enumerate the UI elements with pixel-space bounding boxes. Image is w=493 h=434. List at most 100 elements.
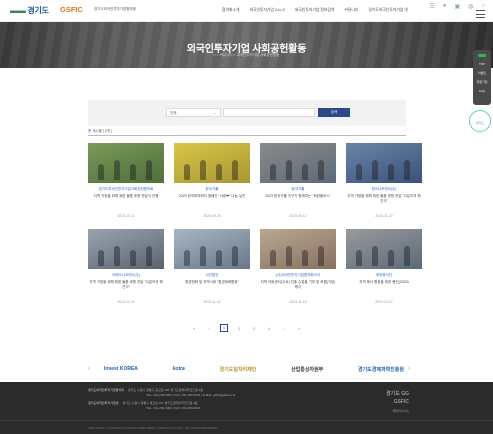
page-1[interactable]: 1 <box>220 324 228 332</box>
search-category-select[interactable]: 전체 ⌄ <box>166 108 221 117</box>
card-thumbnail[interactable] <box>88 143 164 183</box>
quick-faq[interactable]: FAQ <box>473 89 491 93</box>
gallery-card[interactable]: 한국가톨 2023 한국가톨 지구가 함께하는 "희망플러스" 2023.09.12 <box>260 143 336 218</box>
card-title[interactable]: 환경정화 및 지역사랑 "환경정화활동" <box>174 280 250 290</box>
page-4[interactable]: 4 <box>265 326 273 331</box>
user-icon[interactable]: ● <box>443 3 447 9</box>
gallery-card[interactable]: 이와타니코리아(주) 지역 가정을 위해 위한 물품 후원 전달 "다같이의 행진… <box>88 229 164 304</box>
top-badge-icon <box>478 54 486 57</box>
gallery-card[interactable]: (사)외국인투자기업협의회이사 지역 아동센터(주요) 진출 수업을 기부 및 후… <box>260 229 336 304</box>
footer-divider <box>0 420 493 421</box>
footer-tel-2: TEL. 031-259-6000 | FAX. 031-259-6040 <box>146 406 201 410</box>
photo-figure <box>200 246 206 266</box>
photo-figure <box>372 160 378 180</box>
nav-item-a-to-z[interactable]: 외국인투자기업 A to Z <box>249 8 284 13</box>
hamburger-menu-icon[interactable] <box>476 10 485 18</box>
photo-figure <box>130 164 136 180</box>
nav-item-about[interactable]: 협의회소개 <box>222 8 239 13</box>
partner-gg-jobs[interactable]: 경기도일자리재단 <box>220 366 257 373</box>
card-title[interactable]: 2023 한국마약퇴치 캠페인 "사랑❤" 나눔 실천 <box>174 194 250 204</box>
sitemap-icon[interactable]: ☰ <box>429 3 434 10</box>
card-title[interactable]: 지역 아동센터(주요) 진출 수업을 기부 및 후원(기념) 행사 <box>260 280 336 290</box>
partner-invest-korea[interactable]: Invest KOREA <box>104 366 138 372</box>
photo-figure <box>184 250 190 266</box>
card-date: 2023.11.19 <box>375 214 393 218</box>
search-button[interactable]: 검색 <box>318 108 350 117</box>
card-date: 2023.12.07 <box>375 300 393 304</box>
photo-figure <box>200 160 206 180</box>
main-nav: 협의회소개 외국인투자기업 A to Z 외국인투자기업 정보검색 커뮤니티 경… <box>222 8 408 13</box>
gyeonggi-logo[interactable]: ▬▬ 경기도 <box>10 5 49 16</box>
card-category: 한국니토덴코(주) <box>371 187 397 191</box>
footer-org-1: 경기도외국인투자기업협의회 <box>88 388 124 392</box>
quick-join[interactable]: 회원가입 <box>473 80 491 84</box>
photo-figure <box>302 250 308 266</box>
next-page-button[interactable]: › <box>280 326 288 331</box>
photo-figure <box>216 250 222 266</box>
nav-item-community[interactable]: 커뮤니티 <box>344 8 358 13</box>
card-date: 2023.12.02 <box>117 300 135 304</box>
photo-figure <box>130 250 136 266</box>
footer-address-1: 경기도 수원시 영통구 광교로 156 경기도경제과학진흥원 4층 <box>127 388 204 392</box>
circle-label: 경기도 <box>475 121 485 125</box>
last-page-button[interactable]: » <box>295 326 303 331</box>
footer-row-2: 경기도외국인투자기업넷 경기도 수원시 영통구 광교로 107 경기도경제과학진흥… <box>88 401 198 405</box>
partner-motie[interactable]: 산업통상자원부 <box>291 366 323 373</box>
first-page-button[interactable]: « <box>190 326 198 331</box>
page-2[interactable]: 2 <box>235 326 243 331</box>
nav-item-net[interactable]: 경기도외국인투자기업 넷 <box>368 8 407 13</box>
gsfic-logo[interactable]: GSFIC <box>60 5 83 14</box>
card-title[interactable]: 지역 가정을 위해 위한 물품 후원 전달 "다같이의 행진식" <box>88 280 164 290</box>
card-title[interactable]: 2023 한국가톨 지구가 함께하는 "희망플러스" <box>260 194 336 204</box>
card-category: 희망봉사단 <box>375 273 393 277</box>
footer-org-2: 경기도외국인투자기업넷 <box>88 401 119 405</box>
card-category: 한국가톨 <box>205 187 219 191</box>
gallery-card[interactable]: 희망봉사단지역 봉사 활동을 위한 행진(2023) 2023.12.07 <box>346 229 422 304</box>
photo-figure <box>388 250 394 266</box>
card-thumbnail[interactable] <box>88 229 164 269</box>
logo-mark-icon: ▬▬ <box>10 6 26 15</box>
globe-icon[interactable]: ◍ <box>468 3 473 10</box>
partner-kotra[interactable]: kotra <box>173 366 185 372</box>
gyeonggi-circle-badge[interactable]: 경기도 <box>469 110 491 132</box>
card-title[interactable]: 지역 가정을 위해 위한 물품 후원 전달 "다같이의 행진식" <box>346 194 422 204</box>
search-input[interactable] <box>223 108 315 117</box>
photo-figure <box>388 164 394 180</box>
card-thumbnail[interactable] <box>174 143 250 183</box>
card-thumbnail[interactable] <box>346 229 422 269</box>
card-thumbnail[interactable] <box>346 143 422 183</box>
card-category: 경기도외국인투자기업사회공헌협의회 <box>98 187 154 191</box>
page-3[interactable]: 3 <box>250 326 258 331</box>
photo-figure <box>318 246 324 266</box>
copyright: COPYRIGHT © GYEONGGI FOREIGN INVESTMENT … <box>88 426 219 430</box>
card-thumbnail[interactable] <box>260 143 336 183</box>
prev-page-button[interactable]: ‹ <box>205 326 213 331</box>
card-title[interactable]: 지역 봉사 활동을 위한 행진(2023) <box>346 280 422 290</box>
quick-event[interactable]: 이벤트 <box>473 71 491 75</box>
photo-figure <box>404 160 410 180</box>
gallery-card[interactable]: 한국니토덴코(주) 지역 가정을 위해 위한 물품 후원 전달 "다같이의 행진식… <box>346 143 422 218</box>
partner-prev-icon[interactable]: ‹ <box>88 366 90 372</box>
photo-figure <box>98 250 104 266</box>
family-site-select[interactable]: 패밀리사이트 <box>392 409 409 413</box>
gallery-card[interactable]: 경기도외국인투자기업사회공헌협의회지역 가정을 위해 위한 물품 후원 전달식 … <box>88 143 164 218</box>
gallery-card[interactable]: 한국가톨 2023 한국마약퇴치 캠페인 "사랑❤" 나눔 실천 2023.09.2… <box>174 143 250 218</box>
photo-figure <box>146 246 152 266</box>
breadcrumb: ⌂ > 커뮤니티 > 외국인투자기업 사회공헌활동 <box>213 53 280 57</box>
quick-top[interactable]: TOP <box>473 62 491 66</box>
search-icon[interactable]: ○ <box>481 3 485 9</box>
partner-gbsa[interactable]: 경기도경제과학진흥원 <box>358 366 404 373</box>
card-title[interactable]: 지역 가정을 위해 위한 물품 후원 전달식 진행 <box>88 194 164 204</box>
page-banner: 외국인투자기업 사회공헌활동 ⌂ > 커뮤니티 > 외국인투자기업 사회공헌활동 <box>0 22 493 68</box>
photo-figure <box>216 164 222 180</box>
gallery-card[interactable]: 사단법인 환경정화 및 지역사랑 "환경정화활동" 2023.11.10 <box>174 229 250 304</box>
card-thumbnail[interactable] <box>260 229 336 269</box>
card-thumbnail[interactable] <box>174 229 250 269</box>
card-category: 이와타니코리아(주) <box>111 273 141 277</box>
partner-next-icon[interactable]: › <box>408 366 410 372</box>
lock-icon[interactable]: ▣ <box>454 3 460 10</box>
logo-subtitle: 경기도외국인투자기업협의회 <box>94 7 136 11</box>
nav-item-search[interactable]: 외국인투자기업 정보검색 <box>295 8 334 13</box>
photo-figure <box>184 164 190 180</box>
total-count: 총 게시물 [ 0개 ] <box>88 129 112 133</box>
